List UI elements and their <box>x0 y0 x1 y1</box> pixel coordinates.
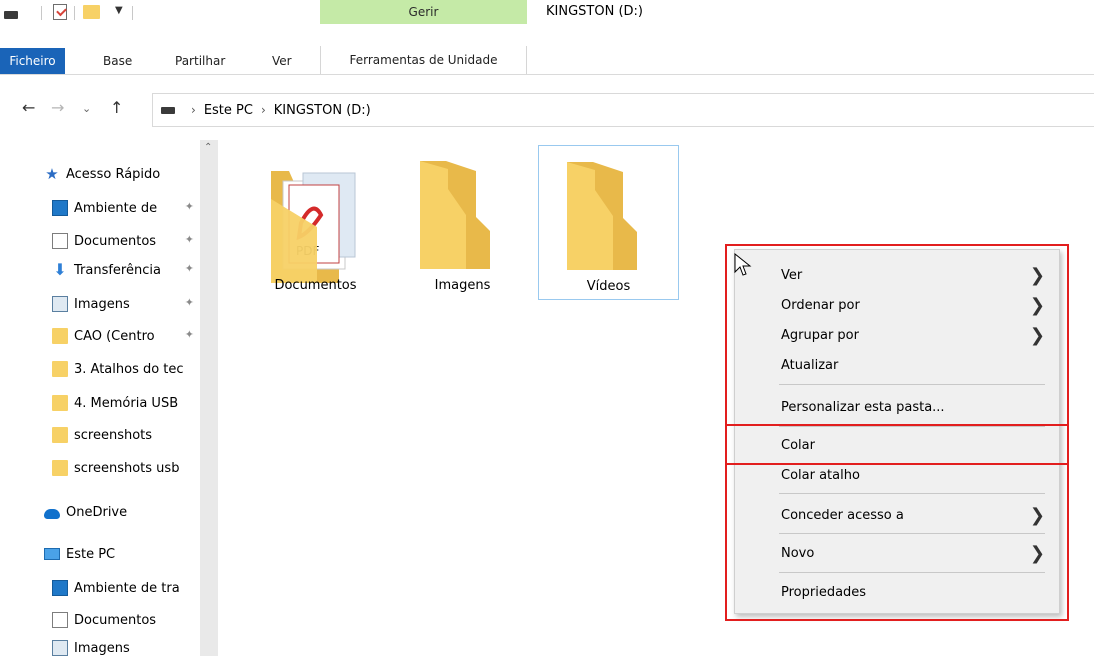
sidebar-item-quick-memoria-usb[interactable]: 4. Memória USB <box>52 391 200 415</box>
documents-icon <box>52 612 68 628</box>
star-icon: ★ <box>45 165 59 183</box>
sidebar-item-pc-documentos[interactable]: Documentos <box>52 608 200 632</box>
folder-icon <box>52 328 68 344</box>
sidebar-item-quick-desktop[interactable]: Ambiente de ✦ <box>52 196 200 220</box>
breadcrumb-separator-icon[interactable]: › <box>191 103 196 117</box>
mouse-cursor-icon <box>734 253 752 276</box>
folder-icon <box>567 162 637 270</box>
folder-icon <box>52 460 68 476</box>
folder-icon <box>420 161 490 269</box>
customize-toolbar-dropdown-icon[interactable]: ▼ <box>115 5 123 16</box>
documents-icon <box>52 233 68 249</box>
sidebar-item-quick-screenshots-usb[interactable]: screenshots usb <box>52 456 200 480</box>
sidebar-item-onedrive[interactable]: OneDrive <box>44 500 200 524</box>
sidebar-item-label: 4. Memória USB <box>74 395 179 411</box>
sidebar-item-label: Imagens <box>74 296 130 312</box>
recent-locations-chevron-icon[interactable]: ⌄ <box>82 102 91 115</box>
title-bar: ▼ Gerir KINGSTON (D:) <box>0 0 1094 46</box>
sidebar-item-label: 3. Atalhos do tec <box>74 361 184 377</box>
sidebar-item-label: Imagens <box>74 640 130 656</box>
highlight-colar-outline <box>725 424 1069 465</box>
drive-icon[interactable] <box>4 11 18 19</box>
sidebar-item-label: Ambiente de <box>74 200 158 216</box>
sidebar-item-quick-transferencias[interactable]: ⬇ Transferência ✦ <box>52 258 200 282</box>
toolbar-separator <box>74 6 75 20</box>
pin-icon[interactable]: ✦ <box>185 233 194 246</box>
folder-icon <box>52 427 68 443</box>
computer-icon <box>44 548 60 560</box>
tab-partilhar[interactable]: Partilhar <box>175 48 225 74</box>
sidebar-item-quick-cao[interactable]: CAO (Centro ✦ <box>52 324 200 348</box>
forward-arrow-icon[interactable]: → <box>51 98 64 117</box>
breadcrumb-este-pc[interactable]: Este PC <box>204 103 253 118</box>
file-name: Vídeos <box>586 279 631 294</box>
folder-icon <box>52 395 68 411</box>
sidebar-item-label: screenshots usb <box>74 460 180 476</box>
breadcrumb-separator-icon[interactable]: › <box>261 103 266 117</box>
toolbar-separator <box>41 6 42 20</box>
navigation-pane: ⌃ ★ Acesso Rápido Ambiente de ✦ Document… <box>0 140 218 656</box>
properties-check-icon[interactable] <box>53 4 67 20</box>
back-arrow-icon[interactable]: ← <box>22 98 35 117</box>
sidebar-item-quick-atalhos[interactable]: 3. Atalhos do tec <box>52 357 200 381</box>
pictures-icon <box>52 640 68 656</box>
sidebar-item-pc-desktop[interactable]: Ambiente de tra <box>52 576 200 600</box>
breadcrumb-kingston[interactable]: KINGSTON (D:) <box>274 103 371 118</box>
window-title: KINGSTON (D:) <box>546 4 643 19</box>
new-folder-icon[interactable] <box>83 5 100 19</box>
sidebar-item-label: screenshots <box>74 427 153 443</box>
tab-ver[interactable]: Ver <box>272 48 292 74</box>
folder-icon <box>52 361 68 377</box>
sidebar-item-label: OneDrive <box>66 504 128 520</box>
pin-icon[interactable]: ✦ <box>185 200 194 213</box>
up-arrow-icon[interactable]: ↑ <box>110 98 123 117</box>
sidebar-item-quick-screenshots[interactable]: screenshots <box>52 423 200 447</box>
sidebar-item-quick-access[interactable]: ★ Acesso Rápido <box>44 162 200 186</box>
navigation-pane-scrollbar[interactable] <box>200 140 218 656</box>
cloud-icon <box>44 508 60 519</box>
navigation-bar: ← → ⌄ ↑ › Este PC › KINGSTON (D:) <box>0 86 1094 132</box>
scroll-up-icon[interactable]: ⌃ <box>204 142 212 153</box>
sidebar-item-label: Ambiente de tra <box>74 580 180 596</box>
file-name: Documentos <box>274 278 357 293</box>
sidebar-item-label: CAO (Centro <box>74 328 155 344</box>
sidebar-item-quick-documentos[interactable]: Documentos ✦ <box>52 229 200 253</box>
file-item-documentos[interactable]: PDF Documentos <box>245 145 386 300</box>
file-name: Imagens <box>434 278 491 293</box>
desktop-icon <box>52 580 68 596</box>
address-bar[interactable]: › Este PC › KINGSTON (D:) <box>152 93 1094 127</box>
sidebar-item-label: Acesso Rápido <box>66 166 161 182</box>
file-item-videos[interactable]: Vídeos <box>538 145 679 300</box>
toolbar-separator <box>132 6 133 20</box>
sidebar-item-label: Transferência <box>74 262 161 278</box>
sidebar-item-label: Documentos <box>74 233 157 249</box>
contextual-group-label: Gerir <box>320 0 527 24</box>
sidebar-item-label: Documentos <box>74 612 157 628</box>
drive-icon <box>161 106 175 114</box>
pdf-folder-icon: PDF <box>271 171 356 283</box>
ribbon-divider <box>0 74 1094 75</box>
pin-icon[interactable]: ✦ <box>185 262 194 275</box>
tab-base[interactable]: Base <box>103 48 132 74</box>
sidebar-item-label: Este PC <box>66 546 116 562</box>
tab-ferramentas-de-unidade[interactable]: Ferramentas de Unidade <box>320 46 527 74</box>
desktop-icon <box>52 200 68 216</box>
file-item-imagens[interactable]: Imagens <box>392 145 533 300</box>
sidebar-item-este-pc[interactable]: Este PC <box>44 542 200 566</box>
pin-icon[interactable]: ✦ <box>185 328 194 341</box>
sidebar-item-pc-imagens[interactable]: Imagens <box>52 640 200 656</box>
sidebar-item-quick-imagens[interactable]: Imagens ✦ <box>52 292 200 316</box>
pin-icon[interactable]: ✦ <box>185 296 194 309</box>
tab-ficheiro[interactable]: Ficheiro <box>0 48 65 74</box>
download-icon: ⬇ <box>53 260 67 279</box>
pictures-icon <box>52 296 68 312</box>
